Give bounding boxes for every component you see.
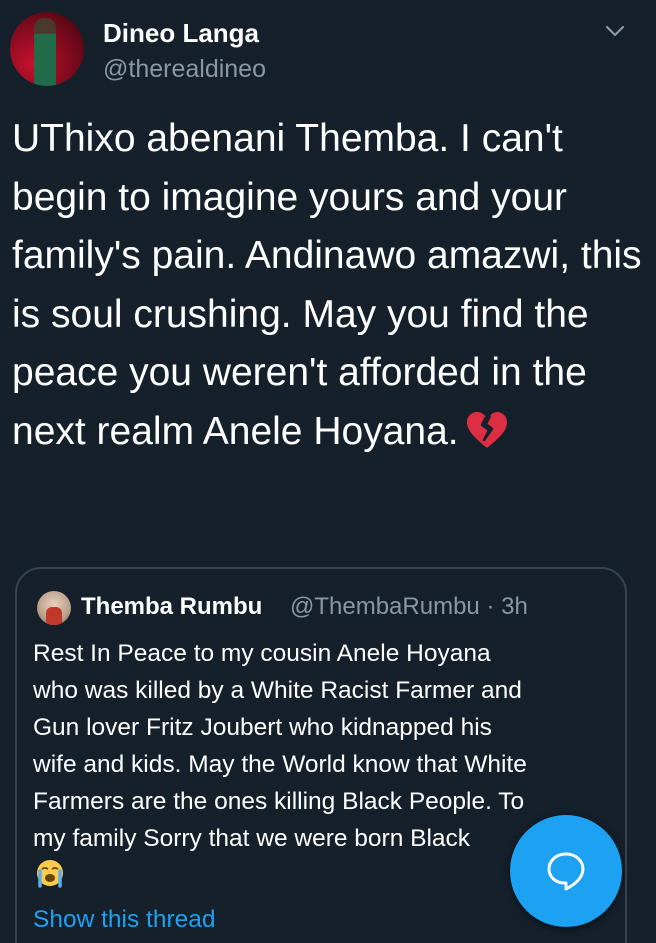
- speech-bubble-icon: [547, 852, 585, 891]
- quoted-author-meta: @ThembaRumbu · 3h: [290, 593, 528, 621]
- reply-compose-button[interactable]: [510, 815, 622, 927]
- author-name[interactable]: Dineo Langa: [103, 18, 259, 49]
- broken-heart-icon: [466, 411, 507, 448]
- quoted-tweet-time: · 3h: [486, 593, 528, 620]
- tweet-detail-screen: Dineo Langa @therealdineo UThixo abenani…: [0, 0, 656, 943]
- chevron-down-icon[interactable]: [604, 20, 626, 42]
- quoted-text-line: Farmers are the ones killing Black Peopl…: [33, 788, 525, 815]
- quoted-text-line: wife and kids. May the World know that W…: [33, 751, 527, 778]
- tweet-body: UThixo abenani Themba. I can't begin to …: [12, 117, 642, 453]
- quoted-author-name: Themba Rumbu: [81, 593, 263, 620]
- quoted-text-line: Rest In Peace to my cousin Anele Hoyana: [33, 640, 491, 667]
- author-avatar[interactable]: [10, 12, 84, 86]
- quoted-text-line: Gun lover Fritz Joubert who kidnapped hi…: [33, 714, 492, 741]
- quoted-text-line: who was killed by a White Racist Farmer …: [33, 677, 522, 704]
- author-handle[interactable]: @therealdineo: [103, 55, 266, 84]
- show-thread-link[interactable]: Show this thread: [33, 906, 216, 934]
- loudly-crying-face-icon: [37, 860, 63, 888]
- tweet-text: UThixo abenani Themba. I can't begin to …: [12, 110, 642, 461]
- quoted-author-handle: @ThembaRumbu: [290, 593, 480, 620]
- quoted-tweet-text: Rest In Peace to my cousin Anele Hoyana …: [33, 635, 618, 857]
- avatar-photo-figure: [34, 18, 56, 86]
- quoted-author-avatar: [37, 591, 71, 625]
